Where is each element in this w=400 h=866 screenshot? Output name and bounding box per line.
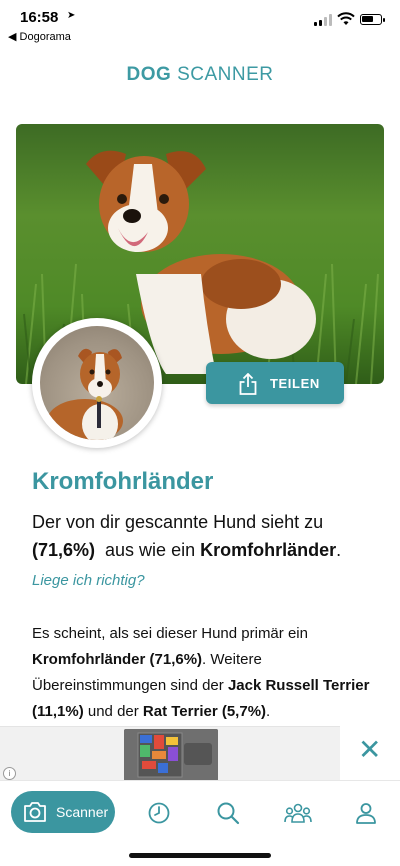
- share-button[interactable]: TEILEN: [206, 362, 344, 404]
- dog-avatar: [32, 318, 162, 448]
- wifi-icon: [337, 12, 355, 25]
- ad-puzzle-game-illustration: [124, 729, 218, 781]
- battery-icon: [360, 14, 385, 25]
- detail-primary-breed: Kromfohrländer (71,6%): [32, 651, 203, 668]
- profile-icon[interactable]: [354, 801, 378, 825]
- battery-level: [362, 16, 373, 22]
- summary-text: Der von dir gescannte Hund sieht zu: [32, 512, 324, 532]
- summary-text-2: aus wie ein: [95, 540, 201, 560]
- small-dog-illustration: [47, 348, 123, 440]
- cellular-signal-icon: [314, 14, 334, 26]
- tab-scanner[interactable]: Scanner: [11, 791, 115, 833]
- clock-icon[interactable]: [147, 801, 171, 825]
- ad-close-button[interactable]: ✕: [340, 726, 400, 780]
- detail-text-3: und der: [83, 703, 143, 720]
- verify-result-link[interactable]: Liege ich richtig?: [32, 572, 145, 589]
- tab-scanner-label: Scanner: [56, 804, 109, 820]
- breed-title: Kromfohrländer: [32, 468, 214, 495]
- summary-period: .: [336, 540, 342, 560]
- result-detail: Es scheint, als sei dieser Hund primär e…: [32, 621, 372, 725]
- avatar-photo: [40, 326, 154, 440]
- home-indicator: [129, 853, 271, 858]
- result-summary: Der von dir gescannte Hund sieht zu (71,…: [32, 508, 377, 564]
- detail-text-1: Es scheint, als sei dieser Hund primär e…: [32, 625, 308, 642]
- search-icon[interactable]: [216, 801, 240, 825]
- bottom-tab-bar: Scanner: [0, 780, 400, 845]
- back-to-app-link[interactable]: ◀ Dogorama: [8, 30, 71, 43]
- close-icon: ✕: [358, 734, 382, 765]
- app-title-regular: SCANNER: [171, 64, 274, 85]
- ad-image[interactable]: [124, 729, 218, 781]
- detail-third-breed: Rat Terrier (5,7%): [142, 703, 267, 720]
- community-icon[interactable]: [284, 801, 312, 825]
- share-button-label: TEILEN: [270, 376, 320, 391]
- location-arrow-icon: ➤: [67, 10, 76, 21]
- summary-breed: Kromfohrländer: [200, 540, 337, 560]
- share-icon: [239, 373, 257, 395]
- camera-icon: [24, 802, 46, 822]
- summary-percentage: (71,6%): [32, 540, 96, 560]
- ad-info-icon[interactable]: i: [3, 767, 16, 780]
- detail-period: .: [266, 703, 271, 720]
- app-title-bold: DOG: [126, 64, 172, 85]
- app-title: DOG SCANNER: [0, 64, 400, 86]
- status-time: 16:58: [20, 9, 59, 26]
- status-bar: 16:58 ➤ ◀ Dogorama: [0, 0, 400, 44]
